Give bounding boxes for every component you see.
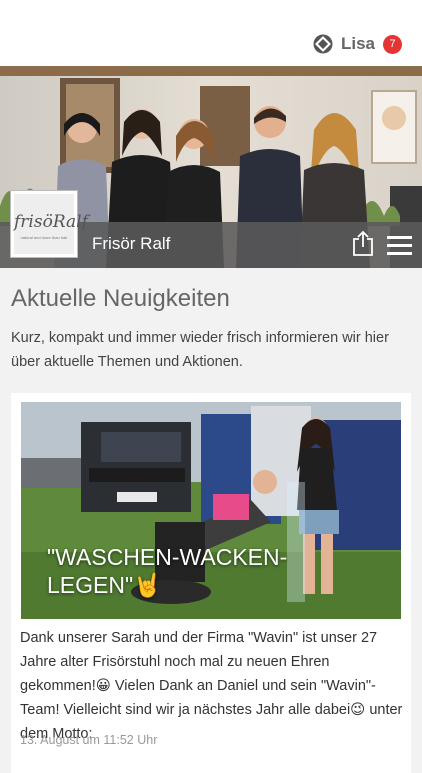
- top-bar: Lisa 7: [0, 0, 422, 66]
- salon-logo[interactable]: frisöRalf natural and more than hair: [10, 190, 88, 258]
- hamburger-menu-icon[interactable]: [387, 236, 412, 255]
- post-date: 13. August um 11:52 Uhr: [20, 733, 158, 747]
- logo-text: frisöRalf: [14, 212, 88, 232]
- section-title: Aktuelle Neuigkeiten: [11, 285, 230, 312]
- user-menu[interactable]: Lisa 7: [313, 31, 402, 57]
- news-post-card[interactable]: "WASCHEN-WACKEN-LEGEN"🤘 Dank unserer Sar…: [11, 393, 411, 773]
- post-image[interactable]: "WASCHEN-WACKEN-LEGEN"🤘: [21, 402, 401, 619]
- salon-name: Frisör Ralf: [92, 234, 171, 253]
- post-image-title: "WASCHEN-WACKEN-LEGEN"🤘: [47, 544, 288, 598]
- username[interactable]: Lisa: [341, 34, 375, 54]
- post-text: Dank unserer Sarah und der Firma "Wavin"…: [20, 630, 403, 742]
- diamond-logo-icon: [313, 34, 333, 54]
- share-icon[interactable]: [352, 230, 374, 256]
- logo-tagline: natural and more than hair: [20, 235, 68, 240]
- notification-badge[interactable]: 7: [383, 34, 402, 54]
- section-intro: Kurz, kompakt und immer wieder frisch in…: [11, 330, 389, 370]
- logo-background: frisöRalf natural and more than hair: [14, 194, 88, 254]
